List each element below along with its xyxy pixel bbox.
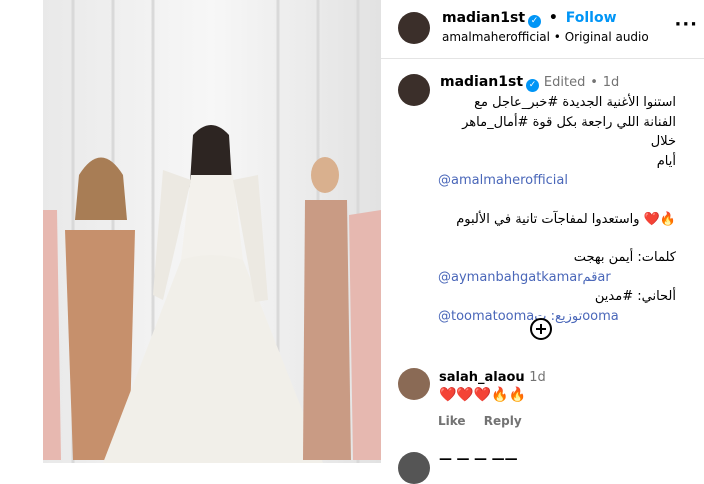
caption-header: madian1st ✓ Edited • 1d (440, 74, 619, 92)
load-more-comments-icon[interactable] (530, 318, 552, 340)
author-avatar[interactable] (398, 12, 430, 44)
separator-dot: • (590, 75, 598, 90)
caption-username[interactable]: madian1st (440, 74, 523, 90)
comment-username[interactable]: salah_alaou (439, 370, 525, 385)
audio-info[interactable]: amalmaherofficial • Original audio (442, 30, 649, 44)
comment-actions: Like Reply (438, 414, 536, 428)
edited-label: Edited (543, 75, 586, 90)
comment-time: 1d (529, 370, 546, 385)
post-sidebar: madian1st ✓ • Follow amalmaherofficial • … (381, 0, 704, 484)
caption-line: كلمات: أيمن بهجت (573, 250, 676, 265)
reply-button[interactable]: Reply (484, 414, 522, 428)
comment-header-partial: — — — —— (439, 452, 518, 467)
caption-text: استنوا الأغنية الجديدة #خبر_عاجل مع الفن… (438, 93, 676, 326)
follow-button[interactable]: Follow (566, 10, 617, 26)
like-button[interactable]: Like (438, 414, 466, 428)
verified-icon: ✓ (528, 15, 542, 28)
caption-line (438, 229, 676, 248)
mention-link[interactable]: @toomatoomaتوزيع: تooma (438, 307, 676, 327)
caption-line (438, 191, 676, 210)
caption-line: 🔥❤️ واستعدوا لمفاجآت تانية في الألبوم (456, 211, 676, 227)
caption-line: الفنانة اللي راجعة بكل قوة #أمال_ماهر خل… (462, 114, 676, 150)
commenter-avatar[interactable] (398, 368, 430, 400)
caption-avatar[interactable] (398, 74, 430, 106)
verified-icon: ✓ (526, 79, 540, 92)
commenter-avatar[interactable] (398, 452, 430, 484)
post-header: madian1st ✓ • Follow amalmaherofficial • … (381, 0, 704, 59)
caption-time: 1d (602, 75, 620, 90)
left-blank-area (0, 0, 43, 463)
mention-link[interactable]: @amalmaherofficial (438, 171, 676, 191)
more-options-icon[interactable]: ··· (674, 14, 698, 35)
separator-dot: • (548, 10, 558, 26)
comment-header: salah_alaou 1d (439, 370, 546, 385)
author-name-row: madian1st ✓ • Follow (442, 10, 617, 28)
author-username[interactable]: madian1st (442, 10, 525, 26)
post-video[interactable] (43, 0, 381, 463)
caption-line: استنوا الأغنية الجديدة #خبر_عاجل مع (474, 95, 676, 110)
caption-line: ألحاني: #مدين (594, 289, 676, 304)
comment-text: ❤️❤️❤️🔥🔥 (439, 387, 527, 403)
caption-line: أيام (656, 153, 676, 169)
mention-link[interactable]: @aymanbahgatkamarقمar (438, 268, 676, 288)
